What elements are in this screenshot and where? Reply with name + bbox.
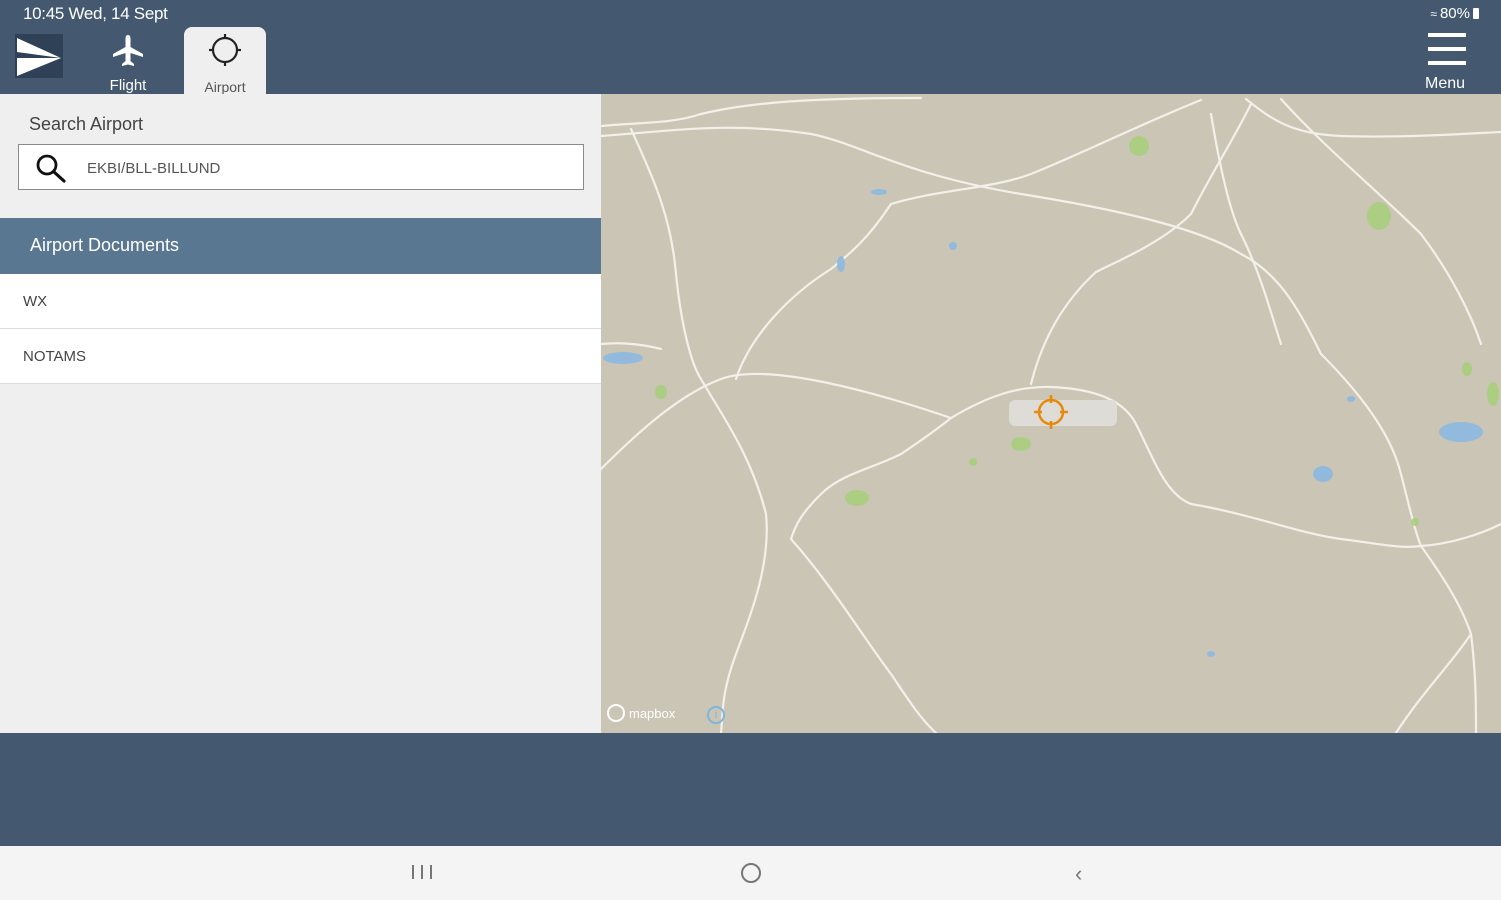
list-item-notams[interactable]: NOTAMS <box>0 329 601 384</box>
airport-documents-header: Airport Documents <box>0 218 601 274</box>
airplane-icon <box>113 35 143 66</box>
back-icon[interactable]: ‹ <box>1075 861 1082 887</box>
bottom-bar <box>0 733 1501 846</box>
wifi-icon: ≈ <box>1430 6 1437 21</box>
list-item-wx[interactable]: WX <box>0 274 601 329</box>
map-provider-name: mapbox <box>629 705 676 721</box>
left-panel: Search Airport Airport Documents WX NOTA… <box>0 94 601 733</box>
recent-apps-icon[interactable] <box>412 865 432 881</box>
status-time: 10:45 Wed, 14 Sept <box>23 4 168 23</box>
system-nav-bar: ‹ <box>0 846 1501 900</box>
list-item-label: WX <box>23 293 48 310</box>
document-list: WX NOTAMS <box>0 274 601 384</box>
battery-icon <box>1473 8 1479 19</box>
hamburger-icon <box>1428 33 1466 65</box>
app-window: 10:45 Wed, 14 Sept ≈ 80% Flight Airport … <box>0 0 1501 900</box>
airport-documents-title: Airport Documents <box>30 235 180 255</box>
tab-airport-label: Airport <box>204 79 246 95</box>
list-item-label: NOTAMS <box>23 348 87 365</box>
tab-flight[interactable]: Flight <box>87 27 169 94</box>
search-box[interactable] <box>18 144 584 190</box>
map-view[interactable]: mapbox i <box>601 94 1501 733</box>
tab-airport[interactable]: Airport <box>184 27 266 95</box>
map-provider-logo[interactable]: mapbox <box>607 704 675 722</box>
tab-flight-label: Flight <box>109 77 147 94</box>
map-logo-icon <box>607 704 625 722</box>
search-icon <box>36 154 66 183</box>
app-logo-icon[interactable] <box>15 34 63 78</box>
search-label: Search Airport <box>29 114 144 134</box>
map-roads <box>601 96 1501 733</box>
battery-level: 80% <box>1439 5 1470 22</box>
map-attribution-info-icon[interactable]: i <box>707 706 725 724</box>
status-indicators: ≈ 80% <box>1430 5 1479 22</box>
search-input[interactable] <box>87 155 567 181</box>
menu-label: Menu <box>1424 75 1466 92</box>
crosshair-icon <box>209 34 241 66</box>
home-icon[interactable] <box>741 863 761 883</box>
menu-button[interactable]: Menu <box>1414 33 1476 93</box>
top-header: 10:45 Wed, 14 Sept ≈ 80% Flight Airport … <box>0 0 1501 95</box>
